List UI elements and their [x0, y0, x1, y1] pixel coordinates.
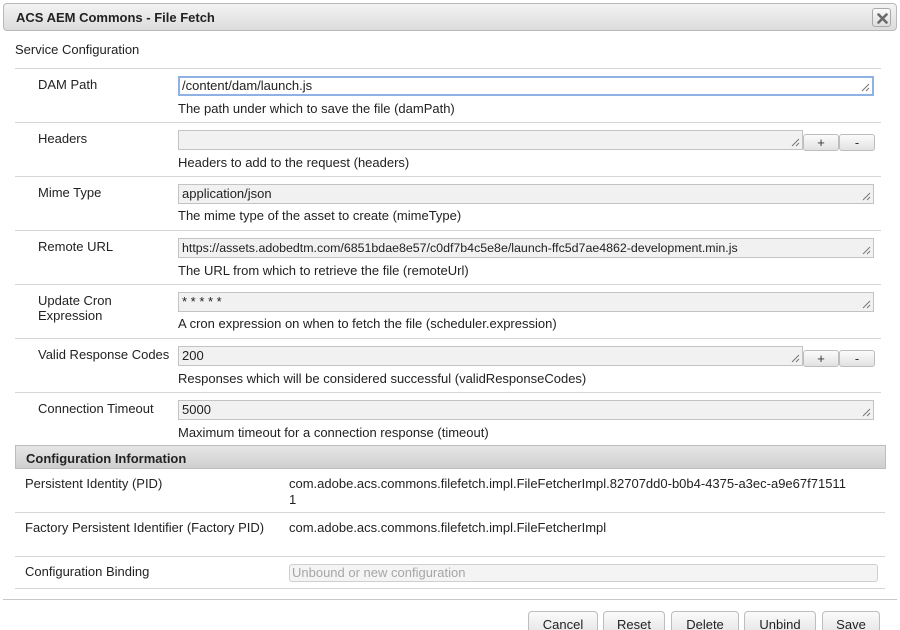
valid-response-codes-remove-button[interactable]: - [839, 350, 875, 367]
mime-type-input[interactable]: application/json [178, 184, 874, 204]
resize-grip-icon[interactable] [861, 83, 870, 92]
info-row-pid: Persistent Identity (PID) com.adobe.acs.… [15, 469, 885, 513]
property-label: Update Cron Expression [38, 293, 112, 323]
property-description: Responses which will be considered succe… [178, 371, 587, 386]
connection-timeout-value: 5000 [182, 402, 211, 417]
resize-grip-icon[interactable] [791, 138, 800, 147]
property-label: Connection Timeout [38, 401, 154, 416]
resize-grip-icon[interactable] [862, 192, 871, 201]
property-label: DAM Path [38, 77, 98, 92]
save-button[interactable]: Save [822, 611, 880, 630]
info-label: Factory Persistent Identifier (Factory P… [25, 520, 265, 535]
reset-button[interactable]: Reset [603, 611, 665, 630]
property-row-connection-timeout: Connection Timeout 5000 Maximum timeout … [15, 392, 881, 446]
configuration-information-header: Configuration Information [15, 445, 886, 469]
dam-path-value: /content/dam/launch.js [182, 78, 313, 93]
info-row-factory-pid: Factory Persistent Identifier (Factory P… [15, 513, 885, 557]
properties-table: DAM Path /content/dam/launch.js The path… [15, 68, 881, 446]
remote-url-input[interactable]: https://assets.adobedtm.com/6851bdae8e57… [178, 238, 874, 258]
close-icon [877, 13, 888, 24]
property-row-valid-response-codes: Valid Response Codes 200 + - Responses w… [15, 338, 881, 392]
resize-grip-icon[interactable] [862, 246, 871, 255]
cancel-button[interactable]: Cancel [528, 611, 598, 630]
property-label: Mime Type [38, 185, 102, 200]
close-button[interactable] [872, 8, 891, 27]
property-row-remote-url: Remote URL https://assets.adobedtm.com/6… [15, 230, 881, 284]
property-row-headers: Headers + - Headers to add to the reques… [15, 122, 881, 176]
property-description: The path under which to save the file (d… [178, 101, 455, 116]
resize-grip-icon[interactable] [862, 408, 871, 417]
service-configuration-label: Service Configuration [15, 42, 140, 57]
headers-input[interactable] [178, 130, 803, 150]
info-value: com.adobe.acs.commons.filefetch.impl.Fil… [289, 476, 846, 507]
property-description: The URL from which to retrieve the file … [178, 263, 469, 278]
valid-response-codes-input[interactable]: 200 [178, 346, 803, 366]
valid-response-codes-add-button[interactable]: + [803, 350, 839, 367]
property-row-mime-type: Mime Type application/json The mime type… [15, 176, 881, 230]
property-row-cron: Update Cron Expression * * * * * A cron … [15, 284, 881, 338]
property-label: Headers [38, 131, 88, 146]
configuration-information-heading: Configuration Information [26, 451, 187, 466]
property-label: Valid Response Codes [38, 347, 170, 362]
property-description: A cron expression on when to fetch the f… [178, 316, 557, 331]
resize-grip-icon[interactable] [862, 300, 871, 309]
unbind-button[interactable]: Unbind [744, 611, 816, 630]
configuration-information-table: Persistent Identity (PID) com.adobe.acs.… [15, 469, 885, 589]
property-label: Remote URL [38, 239, 114, 254]
delete-button[interactable]: Delete [671, 611, 739, 630]
remote-url-value: https://assets.adobedtm.com/6851bdae8e57… [182, 241, 738, 255]
configuration-binding-field[interactable]: Unbound or new configuration [289, 564, 878, 582]
file-fetch-dialog: ACS AEM Commons - File Fetch Service Con… [0, 0, 900, 630]
info-value: com.adobe.acs.commons.filefetch.impl.Fil… [289, 520, 607, 535]
resize-grip-icon[interactable] [791, 354, 800, 363]
property-description: Maximum timeout for a connection respons… [178, 425, 489, 440]
dialog-title: ACS AEM Commons - File Fetch [16, 10, 215, 25]
property-row-dam-path: DAM Path /content/dam/launch.js The path… [15, 68, 881, 122]
cron-expression-input[interactable]: * * * * * [178, 292, 874, 312]
info-label: Configuration Binding [25, 564, 150, 579]
info-row-configuration-binding: Configuration Binding Unbound or new con… [15, 557, 885, 589]
dam-path-input[interactable]: /content/dam/launch.js [178, 76, 874, 96]
footer-divider [3, 599, 897, 600]
connection-timeout-input[interactable]: 5000 [178, 400, 874, 420]
info-label: Persistent Identity (PID) [25, 476, 163, 491]
valid-response-codes-value: 200 [182, 348, 204, 363]
headers-add-button[interactable]: + [803, 134, 839, 151]
mime-type-value: application/json [182, 186, 272, 201]
headers-remove-button[interactable]: - [839, 134, 875, 151]
cron-expression-value: * * * * * [182, 294, 222, 309]
property-description: The mime type of the asset to create (mi… [178, 208, 462, 223]
property-description: Headers to add to the request (headers) [178, 155, 410, 170]
dialog-titlebar[interactable]: ACS AEM Commons - File Fetch [3, 3, 897, 31]
